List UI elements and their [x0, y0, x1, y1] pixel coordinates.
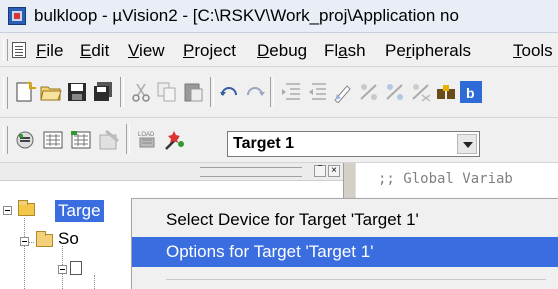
document-menu-icon[interactable] [12, 42, 26, 58]
target-context-menu: Select Device for Target 'Target 1' Opti… [131, 198, 558, 289]
rebuild-all-icon[interactable] [70, 129, 92, 151]
build-target-icon[interactable] [42, 129, 64, 151]
new-file-icon[interactable] [14, 81, 36, 103]
dropdown-arrow-icon[interactable] [457, 134, 477, 154]
menu-file[interactable]: File [36, 41, 63, 61]
menu-bar: File Edit View Project Debug Flash Perip… [0, 33, 558, 67]
menu-tools[interactable]: Tools [513, 41, 553, 61]
paste-icon[interactable] [182, 81, 204, 103]
cut-icon[interactable] [130, 81, 152, 103]
menu-project[interactable]: Project [183, 41, 236, 61]
bookmark-toggle-icon[interactable] [332, 81, 354, 103]
unindent-icon[interactable] [306, 81, 328, 103]
pane-drag-handle[interactable] [200, 167, 302, 177]
title-bar: bulkloop - µVision2 - [C:\RSKV\Work_proj… [0, 0, 558, 33]
save-icon[interactable] [66, 81, 88, 103]
toolbar-separator [210, 77, 214, 107]
menu-edit[interactable]: Edit [80, 41, 109, 61]
close-icon[interactable]: × [328, 165, 340, 177]
target-select[interactable]: Target 1 [227, 131, 480, 157]
redo-icon[interactable] [244, 81, 266, 103]
undo-icon[interactable] [218, 81, 240, 103]
group-folder-icon [36, 231, 53, 247]
download-icon[interactable]: LOAD [136, 129, 158, 151]
menu-debug[interactable]: Debug [257, 41, 307, 61]
menu-separator [166, 279, 546, 280]
tree-group-label[interactable]: So [58, 229, 79, 249]
restore-icon[interactable]: ‾ [314, 165, 326, 177]
collapse-target-icon[interactable] [3, 206, 12, 215]
editor-line: ;; Global Variab [378, 171, 513, 187]
target-folder-icon [18, 200, 35, 216]
target-select-value: Target 1 [233, 135, 295, 152]
window-title: bulkloop - µVision2 - [C:\RSKV\Work_proj… [34, 6, 459, 25]
uvision-app-icon[interactable] [8, 7, 26, 25]
toolbar-separator [120, 77, 124, 107]
save-all-icon[interactable] [92, 81, 114, 103]
stop-build-icon[interactable] [98, 129, 120, 151]
find-icon[interactable]: b [460, 81, 482, 103]
toolbar-separator [126, 124, 130, 154]
tree-guide [94, 275, 95, 289]
collapse-file-icon[interactable] [58, 265, 67, 274]
toolbar-grip[interactable] [3, 77, 8, 109]
toolbar-grip[interactable] [3, 126, 8, 154]
svg-text:LOAD: LOAD [138, 132, 155, 138]
toolbar-separator [270, 77, 274, 107]
bookmark-clear-icon[interactable] [410, 81, 432, 103]
bookmark-next-icon[interactable] [358, 81, 380, 103]
select-device-menu-item[interactable]: Select Device for Target 'Target 1' [132, 205, 558, 235]
open-folder-icon[interactable] [40, 81, 62, 103]
tree-guide [24, 218, 25, 289]
collapse-group-icon[interactable] [20, 237, 29, 246]
menu-flash[interactable]: Flash [324, 41, 366, 61]
menubar-grip[interactable] [3, 39, 8, 61]
project-window-header: ‾ × [0, 163, 343, 181]
menu-view[interactable]: View [128, 41, 165, 61]
file-toolbar: b [0, 67, 558, 118]
bookmark-prev-icon[interactable] [384, 81, 406, 103]
menu-peripherals[interactable]: Peripherals [385, 41, 471, 61]
target-options-icon[interactable] [164, 129, 186, 151]
file-icon [70, 261, 82, 275]
svg-text:b: b [466, 85, 475, 101]
compile-icon[interactable] [14, 129, 36, 151]
indent-icon[interactable] [280, 81, 302, 103]
find-in-files-icon[interactable] [436, 81, 458, 103]
copy-icon[interactable] [156, 81, 178, 103]
options-for-target-menu-item[interactable]: Options for Target 'Target 1' [132, 237, 558, 267]
tree-target-label[interactable]: Targe [55, 200, 104, 222]
